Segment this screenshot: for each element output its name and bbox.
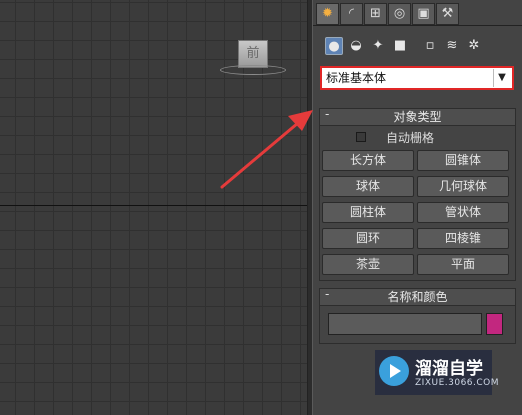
annotation-arrow bbox=[220, 110, 313, 189]
